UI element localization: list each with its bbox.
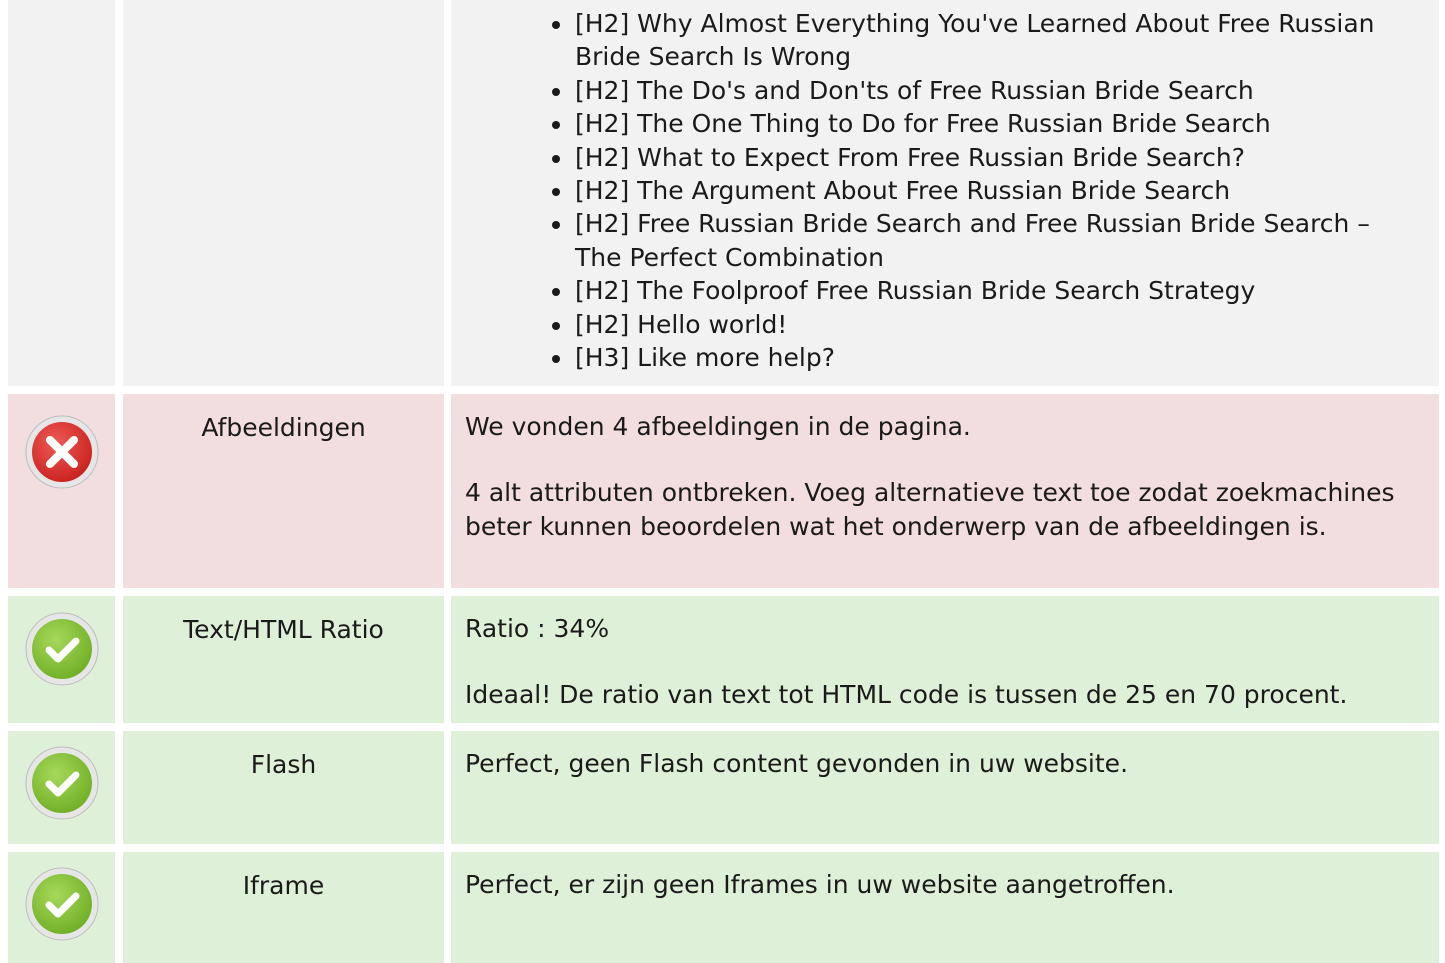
heading-item: [H2] Why Almost Everything You've Learne…: [552, 7, 1422, 74]
headings-label-cell: [123, 0, 444, 386]
bullet-icon: [552, 321, 560, 330]
bullet-icon: [552, 288, 560, 297]
images-alt-text: 4 alt attributen ontbreken. Voeg alterna…: [465, 478, 1395, 541]
check-icon: [25, 867, 99, 941]
heading-item: [H2] The Do's and Don'ts of Free Russian…: [552, 74, 1422, 107]
heading-item: [H2] The Foolproof Free Russian Bride Se…: [552, 274, 1422, 307]
error-x-icon: [25, 415, 99, 489]
bullet-icon: [552, 355, 560, 364]
row-label: Text/HTML Ratio: [183, 615, 384, 644]
headings-icon-cell: [8, 0, 115, 386]
row-label: Iframe: [242, 871, 325, 900]
headings-body-cell: [H2] Why Almost Everything You've Learne…: [451, 0, 1439, 386]
heading-item: [H2] The One Thing to Do for Free Russia…: [552, 107, 1422, 140]
check-icon: [25, 612, 99, 686]
heading-item: [H2] The Argument About Free Russian Bri…: [552, 174, 1422, 207]
ratio-body-cell: Ratio : 34% Ideaal! De ratio van text to…: [451, 596, 1439, 723]
ratio-row: Text/HTML Ratio Ratio : 34% Ideaal! De r…: [8, 596, 1439, 723]
bullet-icon: [552, 221, 560, 230]
iframe-row: Iframe Perfect, er zijn geen Iframes in …: [8, 852, 1439, 963]
images-row: Afbeeldingen We vonden 4 afbeeldingen in…: [8, 394, 1439, 588]
flash-label-cell: Flash: [123, 731, 444, 844]
seo-report: [H2] Why Almost Everything You've Learne…: [0, 0, 1445, 963]
bullet-icon: [552, 87, 560, 96]
images-label-cell: Afbeeldingen: [123, 394, 444, 588]
heading-item: [H2] Hello world!: [552, 308, 1422, 341]
iframe-body-cell: Perfect, er zijn geen Iframes in uw webs…: [451, 852, 1439, 963]
headings-list: [H2] Why Almost Everything You've Learne…: [552, 7, 1422, 374]
bullet-icon: [552, 121, 560, 130]
iframe-result-text: Perfect, er zijn geen Iframes in uw webs…: [465, 870, 1175, 899]
iframe-status-cell: [8, 852, 115, 963]
flash-row: Flash Perfect, geen Flash content gevond…: [8, 731, 1439, 844]
check-icon: [25, 746, 99, 820]
ratio-status-cell: [8, 596, 115, 723]
images-status-cell: [8, 394, 115, 588]
row-label: Flash: [250, 750, 317, 779]
bullet-icon: [552, 188, 560, 197]
bullet-icon: [552, 154, 560, 163]
heading-item: [H2] What to Expect From Free Russian Br…: [552, 141, 1422, 174]
row-label: Afbeeldingen: [201, 413, 366, 442]
images-count-text: We vonden 4 afbeeldingen in de pagina.: [465, 412, 971, 441]
flash-body-cell: Perfect, geen Flash content gevonden in …: [451, 731, 1439, 844]
flash-status-cell: [8, 731, 115, 844]
iframe-label-cell: Iframe: [123, 852, 444, 963]
headings-row: [H2] Why Almost Everything You've Learne…: [8, 0, 1439, 386]
bullet-icon: [552, 21, 560, 29]
flash-result-text: Perfect, geen Flash content gevonden in …: [465, 749, 1129, 778]
heading-item: [H2] Free Russian Bride Search and Free …: [552, 207, 1422, 274]
heading-item: [H3] Like more help?: [552, 341, 1422, 374]
ratio-advice-text: Ideaal! De ratio van text tot HTML code …: [465, 680, 1348, 710]
images-body-cell: We vonden 4 afbeeldingen in de pagina. 4…: [451, 394, 1439, 588]
ratio-value-text: Ratio : 34%: [465, 614, 610, 643]
ratio-label-cell: Text/HTML Ratio: [123, 596, 444, 723]
